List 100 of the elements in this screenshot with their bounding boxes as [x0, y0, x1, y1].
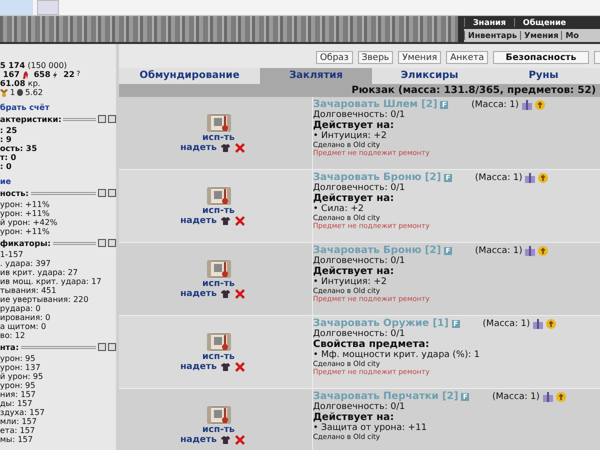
- use-link[interactable]: исп-ть: [202, 133, 235, 143]
- stat-text: 61.08 кр.: [0, 79, 40, 88]
- coin-icon: [556, 392, 566, 402]
- collapse-toggle[interactable]: [108, 239, 116, 247]
- coin-icon: [546, 319, 556, 329]
- lightning-icon: [52, 70, 58, 78]
- effect-text: • Защита от урона: +11: [313, 423, 428, 433]
- shirt-icon[interactable]: [220, 290, 231, 298]
- wear-link[interactable]: надеть: [180, 362, 217, 372]
- durability-text: Долговечность: 0/1: [313, 329, 406, 339]
- menu-item[interactable]: Мо: [561, 31, 582, 40]
- collapse-toggle[interactable]: [108, 189, 116, 197]
- shirt-icon[interactable]: [220, 362, 231, 372]
- profile-button[interactable]: Образ: [316, 51, 353, 64]
- delete-icon[interactable]: [234, 143, 245, 153]
- stat-text: урон: +11%: [0, 209, 50, 218]
- wear-link[interactable]: надеть: [180, 216, 217, 226]
- stat-text: а щитом: 0: [0, 322, 46, 331]
- coin-icon: [538, 246, 548, 256]
- effect-text: • Интуиция: +2: [313, 131, 388, 141]
- delete-icon[interactable]: [234, 216, 245, 226]
- coin-icon: [534, 100, 545, 110]
- stat-text: . удара: 397: [0, 259, 51, 268]
- stat-text: т: 0: [0, 153, 16, 162]
- tab[interactable]: Обмундирование: [119, 68, 260, 84]
- profile-button[interactable]: Зверь: [358, 51, 394, 64]
- coin-icon: [538, 173, 548, 183]
- item-mass: (Масса: 1): [475, 246, 522, 256]
- section-header: актеристики:: [0, 114, 62, 124]
- use-link[interactable]: исп-ть: [202, 279, 235, 289]
- shirt-icon[interactable]: [220, 436, 231, 444]
- profile-button[interactable]: Умения: [398, 51, 442, 64]
- stat-text: урон: 95: [0, 354, 36, 363]
- stat-text: : 9: [0, 135, 12, 144]
- expand-toggle[interactable]: [98, 189, 106, 197]
- wear-link[interactable]: надеть: [180, 289, 217, 299]
- sidebar-link[interactable]: ие: [0, 177, 12, 186]
- wear-link[interactable]: надеть: [180, 143, 217, 153]
- menu-item[interactable]: Знания: [464, 18, 514, 27]
- durability-text: Долговечность: 0/1: [313, 256, 406, 266]
- stat-text: ета: 157: [0, 426, 35, 435]
- sidebar-link[interactable]: брать счёт: [0, 103, 50, 112]
- menu-item[interactable]: Инвентарь: [464, 31, 520, 40]
- effect-text: • Сила: +2: [313, 204, 365, 214]
- durability-text: Долговечность: 0/1: [313, 110, 406, 120]
- expand-toggle[interactable]: [98, 343, 106, 351]
- menu-item[interactable]: Общение: [514, 18, 574, 27]
- effect-text: • Интуиция: +2: [313, 277, 388, 287]
- profile-button[interactable]: Анкета: [446, 51, 488, 64]
- item-mass: (Масса: 1): [475, 173, 522, 183]
- backpack-header: Рюкзак (масса: 131.8/365, предметов: 52): [119, 84, 600, 97]
- scroll-icon: [206, 332, 230, 352]
- stat-text: : 0: [0, 162, 12, 171]
- section-header: фикаторы:: [0, 238, 51, 248]
- item-mass: (Масса: 1): [492, 392, 540, 402]
- counter-value: 167: [3, 70, 20, 79]
- scroll-icon: [206, 405, 230, 425]
- stat-text: 1-157: [0, 250, 24, 259]
- durability-text: Долговечность: 0/1: [313, 402, 406, 412]
- stat-text: во: 12: [0, 331, 26, 340]
- tab[interactable]: Эликсиры: [372, 68, 487, 84]
- medal-icon: [0, 88, 8, 96]
- stat-text: урон: 95: [0, 381, 36, 390]
- expand-toggle[interactable]: [98, 115, 106, 123]
- shirt-icon[interactable]: [220, 216, 231, 226]
- section-header: ность:: [0, 188, 29, 198]
- delete-icon[interactable]: [234, 289, 245, 299]
- use-link[interactable]: исп-ть: [202, 206, 235, 216]
- scroll-icon: [206, 186, 230, 206]
- stat-text: ие увертывания: 220: [0, 295, 88, 304]
- use-link[interactable]: исп-ть: [202, 425, 235, 435]
- item-mass: (Масса: 1): [471, 100, 519, 110]
- stat-text: ния: 157: [0, 390, 36, 399]
- section-heading: Свойства предмета:: [313, 339, 430, 350]
- stat-text: й урон: 95: [0, 372, 44, 381]
- collapse-toggle[interactable]: [108, 343, 116, 351]
- delete-icon[interactable]: [234, 435, 245, 445]
- item-mass: (Масса: 1): [482, 319, 530, 329]
- stat-text: ирования: 0: [0, 313, 50, 322]
- stat-text: ив мощ. крит. удара: 17: [0, 277, 102, 286]
- stat-text: ив крит. удара: 27: [0, 268, 78, 277]
- delete-icon[interactable]: [234, 362, 245, 372]
- section-heading: Действует на:: [313, 412, 395, 423]
- collapse-toggle[interactable]: [108, 115, 116, 123]
- stat-text: рудара: 0: [0, 304, 41, 313]
- expand-toggle[interactable]: [98, 239, 106, 247]
- use-link[interactable]: исп-ть: [202, 352, 235, 362]
- counter-value: 658: [34, 70, 50, 79]
- section-heading: Действует на:: [313, 193, 395, 204]
- shirt-icon[interactable]: [220, 144, 231, 152]
- scroll-icon: [206, 259, 230, 279]
- scroll-icon: [206, 113, 230, 133]
- stat-text: мы: 157: [0, 435, 33, 444]
- wear-link[interactable]: надеть: [180, 435, 217, 445]
- profile-button[interactable]: Безопасность: [493, 51, 589, 64]
- tab[interactable]: Заклятия: [260, 68, 372, 84]
- section-header: нта:: [0, 342, 19, 352]
- menu-item[interactable]: Умения: [520, 31, 562, 40]
- stat-text: здуха: 157: [0, 408, 45, 417]
- tab[interactable]: Руны: [487, 68, 600, 84]
